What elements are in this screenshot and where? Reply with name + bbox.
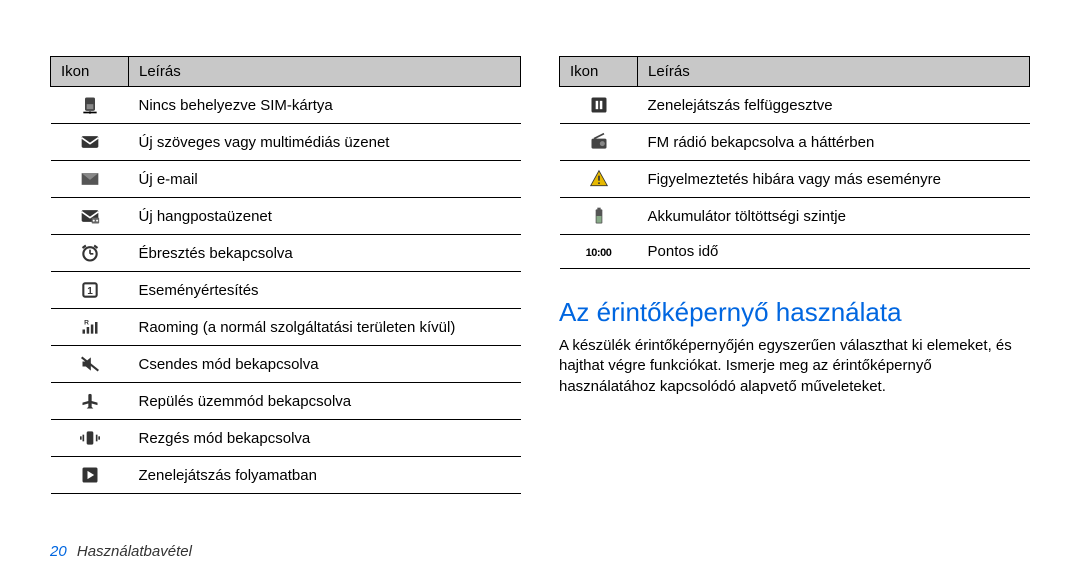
table-row: FM rádió bekapcsolva a háttérben bbox=[560, 124, 1030, 161]
col-header-icon: Ikon bbox=[560, 57, 638, 87]
play-icon bbox=[79, 465, 101, 485]
table-row: Új szöveges vagy multimédiás üzenet bbox=[51, 124, 521, 161]
desc-cell: Új szöveges vagy multimédiás üzenet bbox=[129, 124, 521, 161]
desc-cell: Rezgés mód bekapcsolva bbox=[129, 420, 521, 457]
icon-cell bbox=[51, 420, 129, 457]
mail-icon bbox=[79, 169, 101, 189]
alarm-icon bbox=[79, 243, 101, 263]
desc-cell: Nincs behelyezve SIM-kártya bbox=[129, 87, 521, 124]
table-row: R Raoming (a normál szolgáltatási terület… bbox=[51, 309, 521, 346]
col-header-desc: Leírás bbox=[129, 57, 521, 87]
icon-cell: R bbox=[51, 309, 129, 346]
svg-text:1: 1 bbox=[87, 286, 93, 297]
col-header-desc: Leírás bbox=[638, 57, 1030, 87]
right-column: Ikon Leírás Zenelejátszás felfüggesztveF… bbox=[559, 56, 1030, 494]
section-heading: Az érintőképernyő használata bbox=[559, 297, 1030, 328]
page-number: 20 bbox=[50, 543, 67, 560]
desc-cell: FM rádió bekapcsolva a háttérben bbox=[638, 124, 1030, 161]
table-row: Figyelmeztetés hibára vagy más eseményre bbox=[560, 161, 1030, 198]
table-row: Zenelejátszás felfüggesztve bbox=[560, 87, 1030, 124]
desc-cell: Pontos idő bbox=[638, 235, 1030, 269]
table-row: Rezgés mód bekapcsolva bbox=[51, 420, 521, 457]
icon-cell bbox=[560, 124, 638, 161]
icon-cell bbox=[51, 346, 129, 383]
desc-cell: Figyelmeztetés hibára vagy más eseményre bbox=[638, 161, 1030, 198]
icon-cell bbox=[560, 198, 638, 235]
battery-icon bbox=[588, 206, 610, 226]
desc-cell: Zenelejátszás folyamatban bbox=[129, 457, 521, 494]
icon-cell bbox=[560, 161, 638, 198]
table-header-row: Ikon Leírás bbox=[51, 57, 521, 87]
warning-icon bbox=[588, 169, 610, 189]
table-row: Repülés üzemmód bekapcsolva bbox=[51, 383, 521, 420]
desc-cell: Ébresztés bekapcsolva bbox=[129, 235, 521, 272]
table-row: Akkumulátor töltöttségi szintje bbox=[560, 198, 1030, 235]
desc-cell: Akkumulátor töltöttségi szintje bbox=[638, 198, 1030, 235]
page-content: Ikon Leírás Nincs behelyezve SIM-kártyaÚ… bbox=[0, 0, 1080, 494]
pause-icon bbox=[588, 95, 610, 115]
page-footer: 20 Használatbavétel bbox=[50, 543, 192, 560]
footer-section: Használatbavétel bbox=[77, 543, 192, 560]
table-row: Csendes mód bekapcsolva bbox=[51, 346, 521, 383]
roaming-icon: R bbox=[79, 317, 101, 337]
icon-cell bbox=[51, 161, 129, 198]
airplane-icon bbox=[79, 391, 101, 411]
section-body: A készülék érintőképernyőjén egyszerűen … bbox=[559, 336, 1030, 397]
icon-cell bbox=[51, 87, 129, 124]
left-icon-table: Ikon Leírás Nincs behelyezve SIM-kártyaÚ… bbox=[50, 56, 521, 494]
desc-cell: Csendes mód bekapcsolva bbox=[129, 346, 521, 383]
svg-text:R: R bbox=[84, 320, 89, 327]
table-row: 1 Eseményértesítés bbox=[51, 272, 521, 309]
sim-icon bbox=[79, 95, 101, 115]
vibrate-icon bbox=[79, 428, 101, 448]
table-row: Ébresztés bekapcsolva bbox=[51, 235, 521, 272]
table-row: Új hangpostaüzenet bbox=[51, 198, 521, 235]
table-row: Új e-mail bbox=[51, 161, 521, 198]
mms-icon bbox=[79, 132, 101, 152]
time-icon: 10:00 bbox=[586, 247, 612, 259]
event-icon: 1 bbox=[79, 280, 101, 300]
table-row: 10:00 Pontos idő bbox=[560, 235, 1030, 269]
icon-cell: 1 bbox=[51, 272, 129, 309]
desc-cell: Zenelejátszás felfüggesztve bbox=[638, 87, 1030, 124]
icon-cell bbox=[560, 87, 638, 124]
col-header-icon: Ikon bbox=[51, 57, 129, 87]
table-row: Zenelejátszás folyamatban bbox=[51, 457, 521, 494]
desc-cell: Új hangpostaüzenet bbox=[129, 198, 521, 235]
left-column: Ikon Leírás Nincs behelyezve SIM-kártyaÚ… bbox=[50, 56, 521, 494]
icon-cell: 10:00 bbox=[560, 235, 638, 269]
icon-cell bbox=[51, 198, 129, 235]
silent-icon bbox=[79, 354, 101, 374]
table-header-row: Ikon Leírás bbox=[560, 57, 1030, 87]
icon-cell bbox=[51, 124, 129, 161]
radio-icon bbox=[588, 132, 610, 152]
table-row: Nincs behelyezve SIM-kártya bbox=[51, 87, 521, 124]
right-icon-table: Ikon Leírás Zenelejátszás felfüggesztveF… bbox=[559, 56, 1030, 269]
desc-cell: Repülés üzemmód bekapcsolva bbox=[129, 383, 521, 420]
icon-cell bbox=[51, 457, 129, 494]
icon-cell bbox=[51, 235, 129, 272]
voicemail-icon bbox=[79, 206, 101, 226]
desc-cell: Eseményértesítés bbox=[129, 272, 521, 309]
desc-cell: Új e-mail bbox=[129, 161, 521, 198]
icon-cell bbox=[51, 383, 129, 420]
desc-cell: Raoming (a normál szolgáltatási területe… bbox=[129, 309, 521, 346]
